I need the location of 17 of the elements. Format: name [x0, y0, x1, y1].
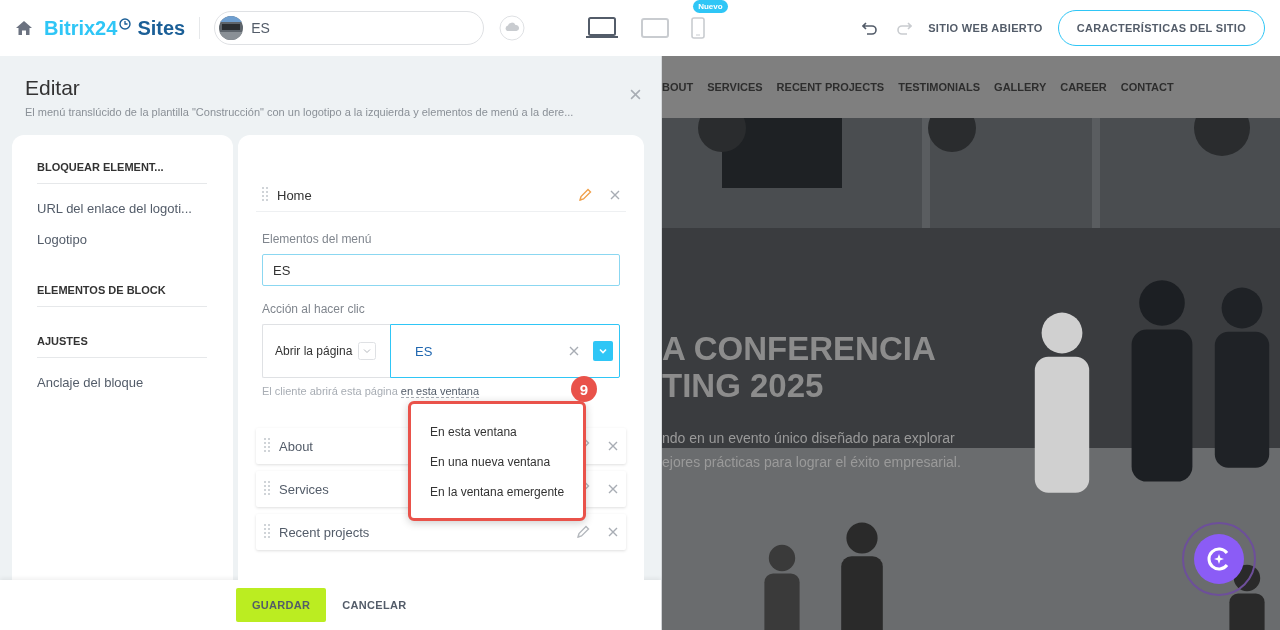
logo-product: Sites — [137, 16, 186, 40]
section-heading: AJUSTES — [37, 335, 207, 358]
logo-brand: Bitrix24 — [44, 16, 118, 40]
section-heading: BLOQUEAR ELEMENT... — [37, 161, 207, 184]
menu-item-label: About — [279, 438, 313, 454]
panel-subtitle: El menú translúcido de la plantilla "Construcción" con un logotipo a la izquierda y elementos de menú a la dere... — [25, 106, 575, 118]
menu-item-label: Recent projects — [279, 524, 370, 540]
panel-title: Editar — [25, 76, 80, 100]
hero-title: A CONFERENCIA TING 2025 — [662, 330, 937, 404]
annotation-badge: 9 — [571, 376, 597, 402]
menu-item-label: Services — [279, 481, 329, 497]
hint-text: El cliente abrirá esta página en esta ventana — [262, 385, 480, 397]
field-label: Acción al hacer clic — [262, 302, 366, 316]
menu-item-label: Home — [277, 187, 312, 203]
new-badge: Nuevo — [693, 0, 728, 13]
section-heading: ELEMENTOS DE BLOCK — [37, 284, 207, 307]
field-label: Elementos del menú — [262, 232, 373, 246]
